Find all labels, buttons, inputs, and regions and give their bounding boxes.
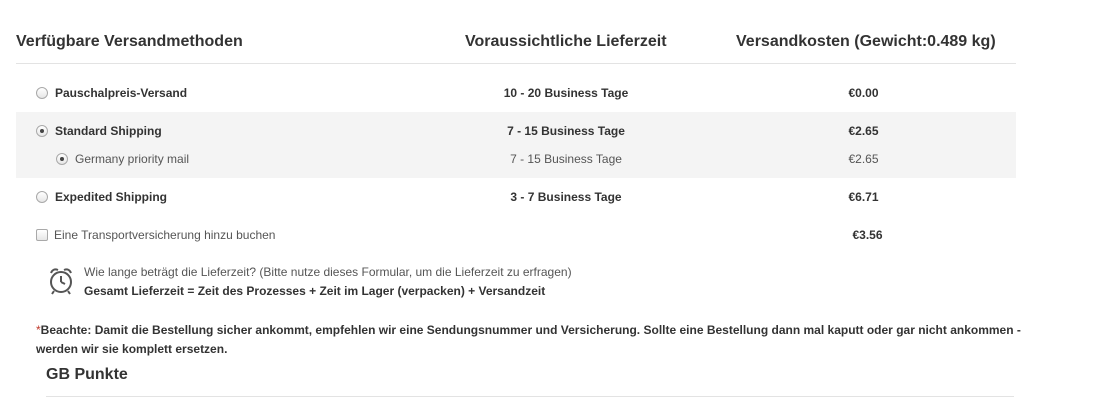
- shipping-option-cost: €6.71: [848, 190, 879, 204]
- shipping-note: *Beachte: Damit die Bestellung sicher an…: [36, 321, 1026, 359]
- header-methods: Verfügbare Versandmethoden: [16, 33, 243, 50]
- gb-points-title: GB Punkte: [46, 366, 128, 383]
- shipping-option-time: 7 - 15 Business Tage: [510, 152, 622, 166]
- delivery-time-formula: Gesamt Lieferzeit = Zeit des Prozesses +…: [84, 284, 546, 298]
- header-shipping-cost: Versandkosten (Gewicht:0.489 kg): [736, 33, 996, 50]
- header-delivery-time: Voraussichtliche Lieferzeit: [465, 33, 667, 50]
- shipping-option-cost: €2.65: [848, 124, 879, 138]
- shipping-option-time: 3 - 7 Business Tage: [510, 190, 622, 204]
- insurance-cost: €3.56: [852, 228, 883, 242]
- shipping-radio-expedited[interactable]: [36, 191, 48, 203]
- insurance-label: Eine Transportversicherung hinzu buchen: [54, 228, 276, 242]
- shipping-option-label: Germany priority mail: [75, 152, 190, 166]
- shipping-table-header: Verfügbare Versandmethoden Voraussichtli…: [16, 30, 1016, 64]
- shipping-option-label: Expedited Shipping: [55, 190, 168, 204]
- shipping-option-cost: €0.00: [848, 86, 879, 100]
- shipping-radio-germany-priority[interactable]: [56, 153, 68, 165]
- note-text: Beachte: Damit die Bestellung sicher ank…: [36, 323, 1021, 356]
- insurance-checkbox[interactable]: [36, 229, 48, 241]
- selected-method-highlight: [16, 112, 1016, 178]
- shipping-option-time: 10 - 20 Business Tage: [503, 86, 629, 100]
- shipping-radio-standard[interactable]: [36, 125, 48, 137]
- shipping-radio-pauschalpreis[interactable]: [36, 87, 48, 99]
- shipping-option-cost: €2.65: [848, 152, 879, 166]
- shipping-option-time: 7 - 15 Business Tage: [507, 124, 625, 138]
- delivery-time-question: Wie lange beträgt die Lieferzeit? (Bitte…: [84, 265, 572, 279]
- alarm-clock-icon: [50, 268, 72, 295]
- shipping-methods-panel: Verfügbare Versandmethoden Voraussichtli…: [0, 0, 1109, 407]
- gb-points-divider: [46, 396, 1014, 397]
- shipping-option-label: Pauschalpreis-Versand: [55, 86, 188, 100]
- shipping-option-label: Standard Shipping: [55, 124, 162, 138]
